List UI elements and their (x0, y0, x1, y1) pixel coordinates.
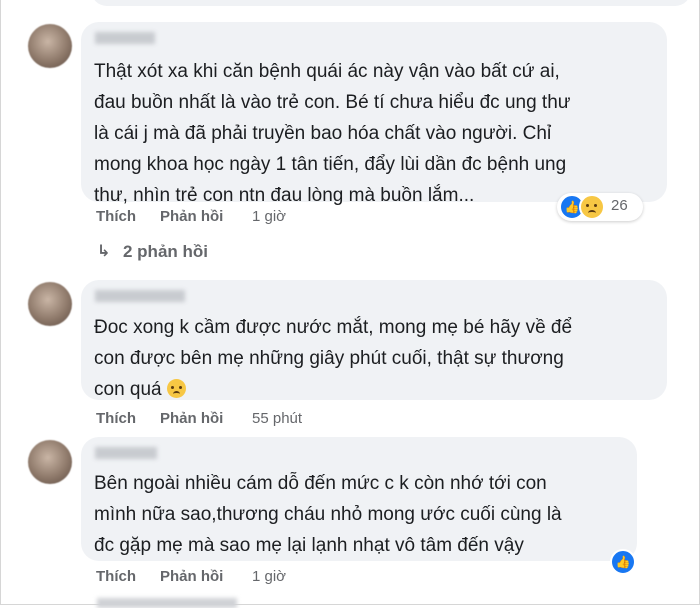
comment-actions: Thích Phản hồi 1 giờ (96, 207, 356, 227)
comment-timestamp[interactable]: 1 giờ (252, 567, 286, 587)
like-button[interactable]: Thích (96, 567, 136, 587)
like-button[interactable]: Thích (96, 207, 136, 227)
comment-bubble: Thật xót xa khi căn bệnh quái ác này vận… (81, 22, 667, 206)
reactions-summary[interactable]: 👍 26 (557, 193, 643, 221)
comment-line: mình nữa sao,thương cháu nhỏ mong ước cu… (94, 504, 562, 525)
comment-line: Thật xót xa khi căn bệnh quái ác này vận… (94, 61, 560, 82)
view-replies-label: 2 phản hồi (123, 242, 208, 261)
reply-button[interactable]: Phản hồi (160, 567, 223, 587)
comment-line: là cái j mà đã phải truyền bao hóa chất … (94, 123, 552, 144)
comment-timestamp[interactable]: 1 giờ (252, 207, 286, 227)
reply-arrow-icon: ↳ (97, 243, 111, 260)
comment-line: đc gặp mẹ mà sao mẹ lại lạnh nhạt vô tâm… (94, 535, 524, 556)
reply-button[interactable]: Phản hồi (160, 409, 223, 429)
author-name-blurred[interactable] (95, 447, 157, 459)
comment-line: mong khoa học ngày 1 tân tiến, đẩy lùi d… (94, 154, 567, 175)
reply-button[interactable]: Phản hồi (160, 207, 223, 227)
comment-actions: Thích Phản hồi 1 giờ (96, 567, 356, 587)
comment-line: Đoc xong k cầm được nước mắt, mong mẹ bé… (94, 317, 573, 338)
sad-reaction-icon (579, 194, 605, 220)
comment-bubble: Đoc xong k cầm được nước mắt, mong mẹ bé… (81, 280, 667, 400)
comment-actions: Thích Phản hồi 55 phút (96, 409, 356, 429)
comment-line: con quá (94, 379, 162, 400)
avatar[interactable] (28, 282, 72, 326)
author-name-blurred[interactable] (95, 290, 185, 302)
comment-line-with-emoji: con quá (94, 374, 186, 405)
comment-line: đau buồn nhất là vào trẻ con. Bé tí chưa… (94, 92, 571, 113)
sad-face-icon (166, 379, 186, 398)
next-comment-blurred (97, 598, 237, 608)
like-reaction-icon[interactable]: 👍 (610, 549, 636, 575)
comment-timestamp[interactable]: 55 phút (252, 409, 302, 429)
comment-line: con được bên mẹ những giây phút cuối, th… (94, 348, 564, 369)
avatar[interactable] (28, 440, 72, 484)
avatar[interactable] (28, 24, 72, 68)
author-name-blurred[interactable] (95, 32, 155, 44)
comments-panel: Thật xót xa khi căn bệnh quái ác này vận… (0, 0, 700, 608)
comment-line: Bên ngoài nhiều cám dỗ đến mức c k còn n… (94, 473, 547, 494)
like-button[interactable]: Thích (96, 409, 136, 429)
reaction-count: 26 (611, 197, 628, 214)
comment-bubble: Bên ngoài nhiều cám dỗ đến mức c k còn n… (81, 437, 637, 561)
previous-comment-bubble (91, 0, 691, 6)
